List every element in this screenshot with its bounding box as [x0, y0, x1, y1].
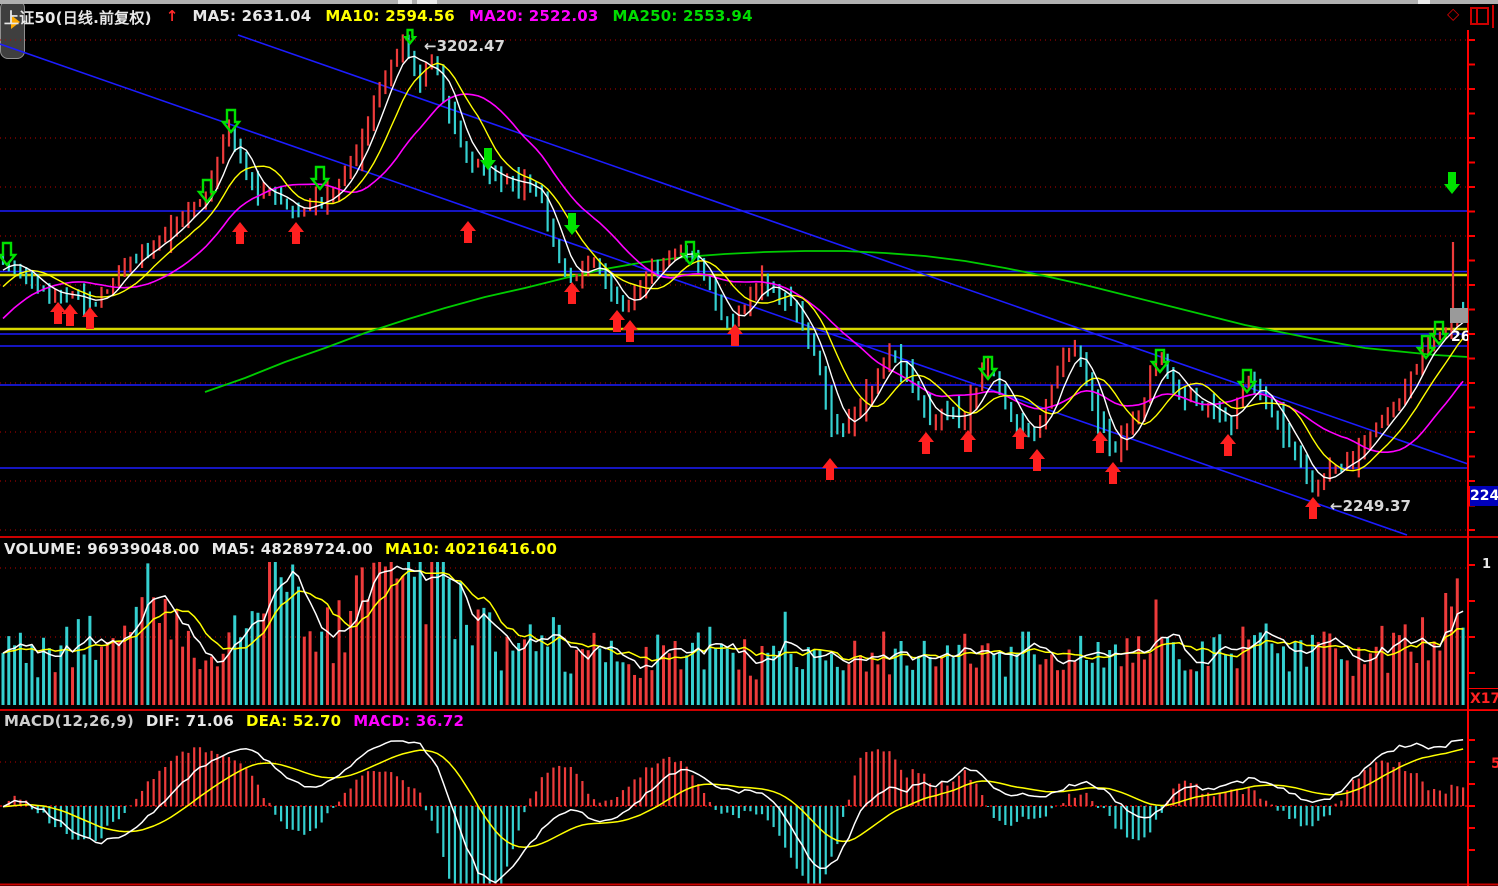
window-top-strip — [0, 0, 1498, 4]
volume-indicator-header: VOLUME: 96939048.00 MA5: 48289724.00 MA1… — [4, 540, 557, 558]
dif-value: DIF: 71.06 — [146, 712, 234, 730]
peak-price-label: ←3202.47 — [424, 37, 505, 55]
strip-segment — [1418, 0, 1430, 4]
ma10-value: MA10: 2594.56 — [325, 7, 455, 28]
symbol-title: 上证50(日线.前复权) — [4, 7, 152, 28]
volume-value: VOLUME: 96939048.00 — [4, 540, 200, 558]
diamond-icon[interactable]: ◇ — [1447, 4, 1459, 23]
volume-ma5-value: MA5: 48289724.00 — [212, 540, 373, 558]
ma250-value: MA250: 2553.94 — [613, 7, 753, 28]
ma20-value: MA20: 2522.03 — [469, 7, 599, 28]
macd-indicator-header: MACD(12,26,9) DIF: 71.06 DEA: 52.70 MACD… — [4, 712, 464, 730]
trading-app-window: 上证50(日线.前复权) ↑ MA5: 2631.04 MA10: 2594.5… — [0, 0, 1498, 886]
ma5-value: MA5: 2631.04 — [192, 7, 311, 28]
dea-value: DEA: 52.70 — [246, 712, 341, 730]
window-split-icon[interactable] — [1470, 7, 1489, 25]
price-indicator-header: 上证50(日线.前复权) ↑ MA5: 2631.04 MA10: 2594.5… — [4, 7, 753, 28]
volume-ma10-value: MA10: 40216416.00 — [385, 540, 557, 558]
strip-segment — [398, 0, 412, 4]
current-price-partial-label: 26 — [1451, 329, 1468, 345]
strip-segment — [417, 0, 437, 4]
macd-scale-partial-label: 5 — [1491, 756, 1498, 772]
volume-scale-label: 1 — [1482, 557, 1491, 572]
up-arrow-icon: ↑ — [166, 7, 179, 28]
axis-price-tag: 224 — [1469, 486, 1498, 506]
low-price-label: ←2249.37 — [1330, 497, 1411, 515]
volume-multiplier-label: X17 — [1467, 688, 1498, 711]
macd-value: MACD: 36.72 — [353, 712, 464, 730]
macd-name: MACD(12,26,9) — [4, 712, 134, 730]
window-edge-divider — [1492, 5, 1494, 28]
selection-highlight-box — [1450, 308, 1468, 323]
chart-canvas[interactable] — [0, 0, 1498, 886]
